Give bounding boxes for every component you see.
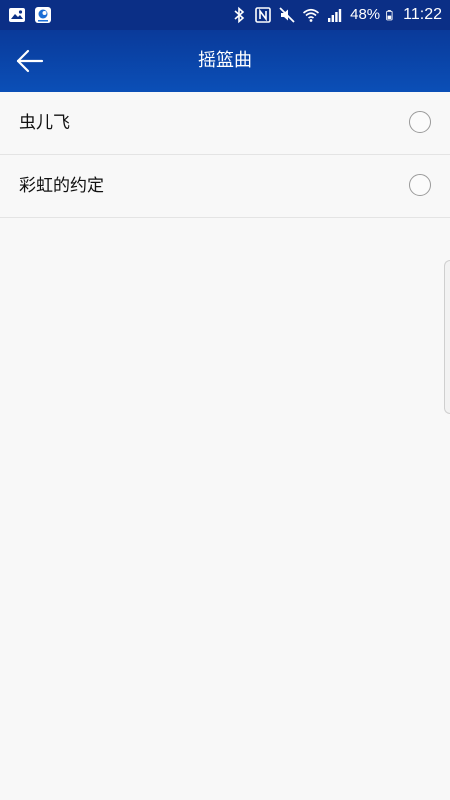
screen: 48% 11:22 摇篮曲 虫儿飞 彩虹的约定 <box>0 0 450 800</box>
battery-icon <box>386 6 397 24</box>
gallery-icon <box>8 6 26 24</box>
radio-button[interactable] <box>409 174 431 196</box>
back-arrow-icon <box>16 49 44 73</box>
radio-button[interactable] <box>409 111 431 133</box>
status-bar: 48% 11:22 <box>0 0 450 30</box>
song-list: 虫儿飞 彩虹的约定 <box>0 92 450 218</box>
battery-percent: 48% <box>350 6 381 23</box>
status-bar-right: 48% 11:22 <box>230 4 442 26</box>
list-item[interactable]: 彩虹的约定 <box>0 155 450 218</box>
page-title: 摇篮曲 <box>198 50 252 71</box>
status-bar-left <box>8 6 52 24</box>
app-notification-icon <box>34 6 52 24</box>
status-time: 11:22 <box>403 6 442 23</box>
list-item-label: 虫儿飞 <box>19 113 70 133</box>
back-button[interactable] <box>10 41 50 81</box>
list-item-label: 彩虹的约定 <box>19 176 104 196</box>
signal-icon <box>326 6 344 24</box>
nfc-icon <box>254 6 272 24</box>
edge-panel-handle[interactable] <box>444 260 450 414</box>
app-bar: 摇篮曲 <box>0 30 450 92</box>
list-item[interactable]: 虫儿飞 <box>0 92 450 155</box>
wifi-icon <box>302 6 320 24</box>
bluetooth-icon <box>230 6 248 24</box>
mute-icon <box>278 6 296 24</box>
